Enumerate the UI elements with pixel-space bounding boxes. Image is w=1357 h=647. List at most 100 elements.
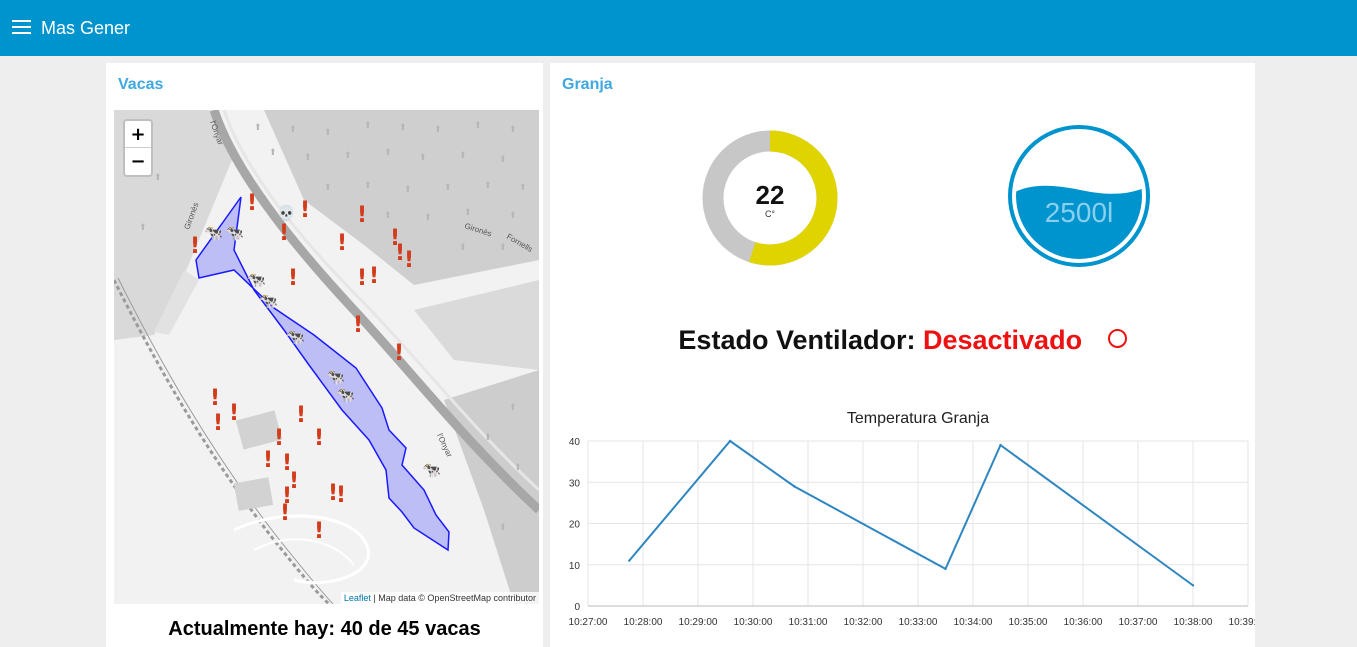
svg-text:⬆: ⬆ [399,123,407,133]
cow-icon: 🐄 [286,328,305,346]
svg-text:⬆: ⬆ [434,125,442,135]
svg-text:⬆: ⬆ [154,173,162,183]
chart-point [793,485,796,488]
svg-text:⬆: ⬆ [364,181,372,191]
chart-x-tick: 10:39:00 [1229,617,1255,628]
tank-value: 2500l [1044,197,1114,228]
app-title: Mas Gener [41,18,131,38]
alert-exclamation-icon: ! [229,401,239,426]
leaflet-link[interactable]: Leaflet [344,593,371,603]
svg-text:⬆: ⬆ [509,403,517,413]
chart-x-tick: 10:34:00 [954,617,993,628]
temperature-gauge: 22 C° [700,128,840,268]
svg-text:⬆: ⬆ [289,125,297,135]
alert-exclamation-icon: ! [190,234,200,259]
cow-count: Actualmente hay: 40 de 45 vacas [106,618,543,641]
alert-exclamation-icon: ! [300,198,310,223]
svg-text:⬆: ⬆ [424,213,432,223]
chart-point [728,439,732,443]
chart-x-tick: 10:36:00 [1064,617,1103,628]
alert-exclamation-icon: ! [336,483,346,508]
alert-exclamation-icon: ! [404,248,414,273]
chart-title: Temperatura Granja [847,410,989,427]
svg-text:⬆: ⬆ [499,523,507,533]
alert-exclamation-icon: ! [247,191,257,216]
map-attribution: Leaflet | Map data © OpenStreetMap contr… [340,592,539,604]
cow-icon: 🐄 [326,368,345,386]
chart-y-tick: 0 [574,602,580,613]
chart-point [628,559,631,562]
zoom-out-button[interactable]: − [125,148,151,175]
vacas-card: Vacas ⬆ ⬆ ⬆ ⬆ ⬆ ⬆ ⬆ ⬆ ⬆ ⬆ ⬆ ⬆ ⬆ ⬆ ⬆ ⬆ ⬆ ⬆ ⬆ [106,63,543,647]
chart-x-tick: 10:38:00 [1174,617,1213,628]
alert-exclamation-icon: ! [353,313,363,338]
cow-icon: 🐄 [336,386,355,404]
cow-icon: 🐄 [204,224,223,242]
gauge-unit: C° [764,209,776,219]
fan-status-value: Desactivado [922,325,1083,355]
chart-x-tick: 10:30:00 [734,617,773,628]
alert-exclamation-icon: ! [369,264,379,289]
chart-point [944,567,947,571]
chart-x-tick: 10:35:00 [1009,617,1048,628]
alert-exclamation-icon: ! [210,386,220,411]
svg-text:⬆: ⬆ [304,153,312,163]
alert-exclamation-icon: ! [394,341,404,366]
alert-exclamation-icon: ! [357,203,367,228]
map-zoom-control: + − [123,119,153,177]
granja-card: Granja 22 C° 2500l Estado Ventilador: De… [550,63,1268,647]
chart-x-tick: 10:28:00 [624,617,663,628]
svg-text:⬆: ⬆ [509,125,517,135]
svg-text:⬆: ⬆ [269,148,277,158]
alert-exclamation-icon: ! [213,411,223,436]
temperature-chart: Temperatura Granja 0 10 20 30 40 10:27:00 10:28… [550,398,1268,638]
cow-map[interactable]: ⬆⬆⬆⬆⬆⬆⬆⬆ ⬆⬆⬆⬆⬆⬆⬆ ⬆⬆⬆⬆⬆⬆ ⬆⬆⬆⬆ ⬆⬆⬆⬆⬆ ⬆⬆⬆⬆ … [114,110,539,604]
svg-text:⬆: ⬆ [459,151,467,161]
cow-count-label: Actualmente hay: [168,618,336,640]
chart-series-line [628,439,1194,587]
chart-point [1191,584,1195,587]
alert-exclamation-icon: ! [263,448,273,473]
svg-text:⬆: ⬆ [419,153,427,163]
cow-icon: 🐄 [225,224,244,242]
hamburger-menu-icon[interactable] [12,20,31,36]
skull-icon: 💀 [277,204,296,222]
map-tiles: ⬆⬆⬆⬆⬆⬆⬆⬆ ⬆⬆⬆⬆⬆⬆⬆ ⬆⬆⬆⬆⬆⬆ ⬆⬆⬆⬆ ⬆⬆⬆⬆⬆ ⬆⬆⬆⬆ … [114,110,539,604]
alert-exclamation-icon: ! [274,426,284,451]
svg-text:⬆: ⬆ [514,463,522,473]
vacas-card-title: Vacas [118,76,164,93]
svg-text:⬆: ⬆ [324,128,332,138]
svg-text:⬆: ⬆ [509,211,517,221]
svg-text:⬆: ⬆ [384,211,392,221]
cow-icon: 🐄 [259,292,278,310]
svg-text:⬆: ⬆ [384,148,392,158]
alert-exclamation-icon: ! [357,266,367,291]
cow-icon: 🐄 [247,271,266,289]
svg-text:⬆: ⬆ [499,155,507,165]
chart-x-tick: 10:27:00 [569,617,608,628]
fan-status-label: Estado Ventilador: [678,325,916,355]
fan-status: Estado Ventilador: Desactivado [550,325,1255,356]
alert-exclamation-icon: ! [296,403,306,428]
chart-x-tick: 10:33:00 [899,617,938,628]
svg-text:⬆: ⬆ [499,243,507,253]
alert-exclamation-icon: ! [279,221,289,246]
chart-y-tick: 40 [569,437,581,448]
alert-exclamation-icon: ! [280,501,290,526]
svg-text:⬆: ⬆ [139,223,147,233]
zoom-in-button[interactable]: + [125,121,151,148]
top-bar: Mas Gener [0,0,1357,56]
alert-exclamation-icon: ! [288,266,298,291]
svg-text:⬆: ⬆ [459,243,467,253]
gauge-value: 22 [755,180,785,210]
cow-count-value: 40 de 45 vacas [340,618,481,640]
svg-text:⬆: ⬆ [464,208,472,218]
water-tank-gauge: 2500l [1008,125,1150,267]
svg-text:⬆: ⬆ [474,121,482,131]
svg-text:⬆: ⬆ [484,181,492,191]
chart-x-tick: 10:31:00 [789,617,828,628]
svg-text:⬆: ⬆ [444,183,452,193]
svg-text:⬆: ⬆ [324,183,332,193]
alert-exclamation-icon: ! [314,519,324,544]
fan-led-indicator[interactable] [1107,329,1127,348]
